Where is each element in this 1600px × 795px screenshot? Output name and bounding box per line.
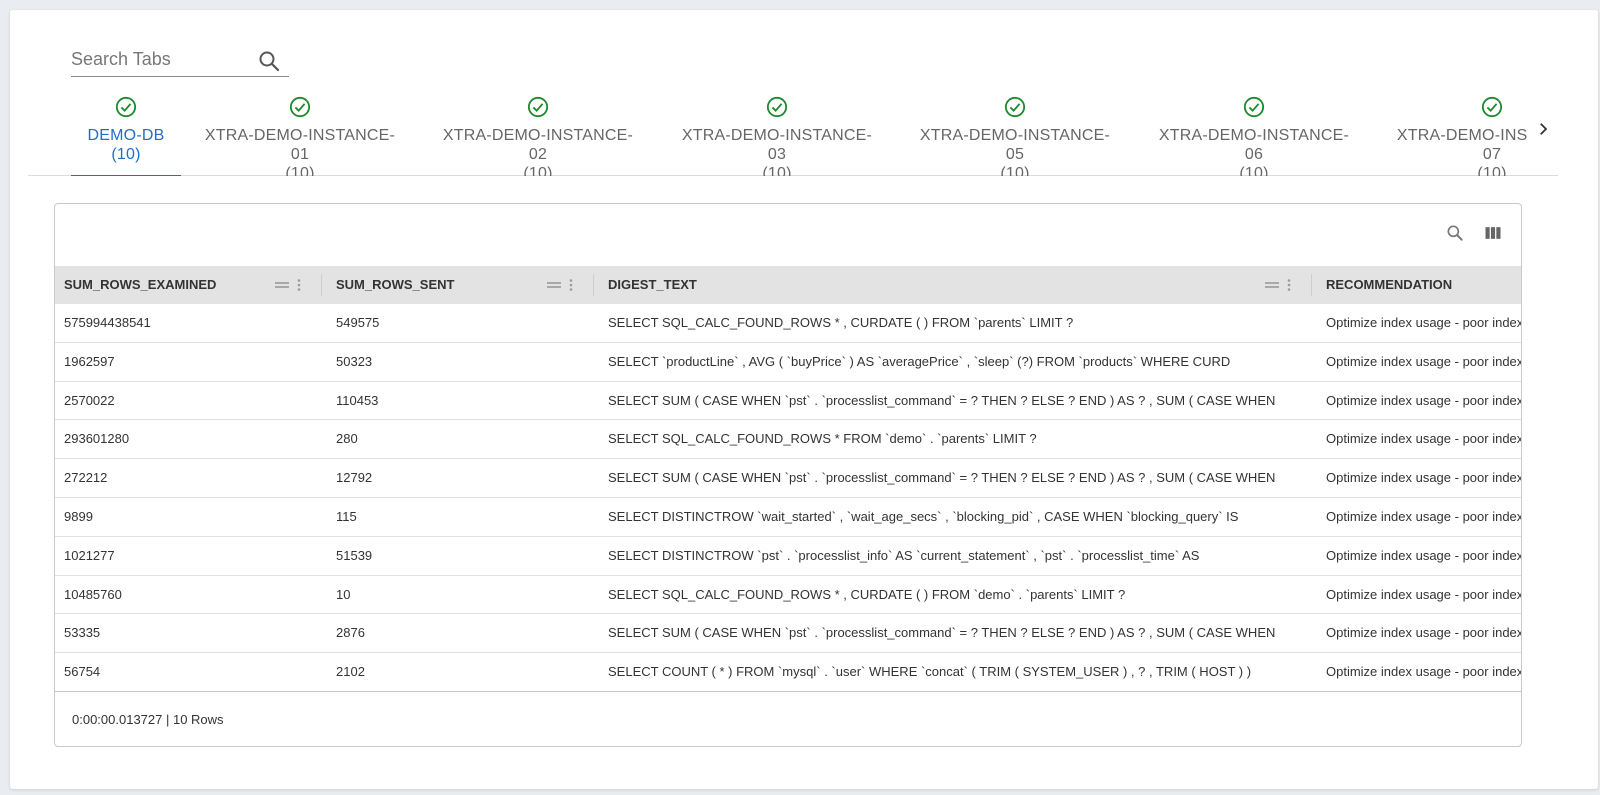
cell-sum-rows-sent: 51539 — [336, 547, 373, 563]
column-resize-handle[interactable] — [321, 274, 322, 296]
cell-digest-text: SELECT SUM ( CASE WHEN `pst` . `processl… — [608, 392, 1276, 408]
cell-recommendation: Optimize index usage - poor index — [1326, 353, 1522, 369]
search-icon[interactable] — [257, 49, 281, 73]
cell-recommendation: Optimize index usage - poor index — [1326, 431, 1522, 447]
table-row[interactable]: 272212 12792 SELECT SUM ( CASE WHEN `pst` … — [55, 459, 1522, 498]
column-menu-icon[interactable] — [1261, 277, 1293, 293]
column-menu-icon[interactable] — [543, 277, 575, 293]
cell-digest-text: SELECT SUM ( CASE WHEN `pst` . `processl… — [608, 470, 1276, 486]
column-header-digest-text[interactable]: DIGEST_TEXT — [599, 266, 1317, 304]
column-resize-handle[interactable] — [593, 274, 594, 296]
column-header-recommendation[interactable]: RECOMMENDATION — [1317, 266, 1521, 304]
table-row[interactable]: 1021277 51539 SELECT DISTINCTROW `pst` . `… — [55, 537, 1522, 576]
tab-xtra-demo-instance-01[interactable]: XTRA-DEMO-INSTANCE-01 (10) — [196, 92, 404, 176]
tab-label: XTRA-DEMO-INSTANCE-01 — [204, 127, 396, 163]
main-card: Search Tabs DEMO-DB (10) XTRA-DEMO-INSTA… — [10, 10, 1598, 789]
cell-digest-text: SELECT SQL_CALC_FOUND_ROWS * , CURDATE (… — [608, 586, 1126, 602]
tab-xtra-demo-instance-03[interactable]: XTRA-DEMO-INSTANCE-03 (10) — [673, 92, 881, 176]
column-menu-icon[interactable] — [271, 277, 303, 293]
cell-sum-rows-sent: 2102 — [336, 664, 365, 680]
cell-sum-rows-sent: 50323 — [336, 353, 373, 369]
cell-sum-rows-examined: 9899 — [64, 508, 93, 524]
tab-count: (10) — [762, 165, 792, 176]
table-footer: 0:00:00.013727 | 10 Rows — [55, 691, 1521, 746]
check-circle-icon — [1481, 96, 1503, 118]
cell-recommendation: Optimize index usage - poor index — [1326, 315, 1522, 330]
cell-sum-rows-examined: 53335 — [64, 625, 101, 641]
cell-sum-rows-examined: 2570022 — [64, 392, 115, 408]
table-row[interactable]: 1962597 50323 SELECT `productLine` , AVG (… — [55, 343, 1522, 382]
cell-sum-rows-sent: 110453 — [336, 392, 379, 408]
cell-digest-text: SELECT SQL_CALC_FOUND_ROWS * FROM `demo`… — [608, 431, 1037, 447]
tab-count: (10) — [523, 165, 553, 176]
cell-sum-rows-sent: 549575 — [336, 315, 380, 330]
results-grid: SUM_ROWS_EXAMINED SUM_ROWS_SENT DIGEST_T… — [54, 203, 1522, 747]
cell-sum-rows-examined: 272212 — [64, 470, 108, 486]
check-circle-icon — [115, 96, 137, 118]
instance-tabs: DEMO-DB (10) XTRA-DEMO-INSTANCE-01 (10) … — [28, 92, 1558, 176]
query-status: 0:00:00.013727 | 10 Rows — [72, 712, 224, 727]
cell-sum-rows-examined: 575994438541 — [64, 315, 151, 330]
tab-xtra-demo-instance-02[interactable]: XTRA-DEMO-INSTANCE-02 (10) — [434, 92, 642, 176]
cell-digest-text: SELECT SUM ( CASE WHEN `pst` . `processl… — [608, 625, 1276, 641]
cell-recommendation: Optimize index usage - poor index — [1326, 664, 1522, 680]
tab-label: XTRA-DEMO-INSTANCE-02 — [442, 127, 634, 163]
tab-count: (10) — [1239, 165, 1269, 176]
cell-recommendation: Optimize index usage - poor index — [1326, 508, 1522, 524]
table-row[interactable]: 575994438541 549575 SELECT SQL_CALC_FOUND_… — [55, 304, 1522, 343]
cell-sum-rows-examined: 10485760 — [64, 586, 122, 602]
table-row[interactable]: 2570022 110453 SELECT SUM ( CASE WHEN `pst… — [55, 382, 1522, 421]
cell-recommendation: Optimize index usage - poor index — [1326, 547, 1522, 563]
tab-label: DEMO-DB — [87, 127, 165, 144]
check-circle-icon — [766, 96, 788, 118]
cell-sum-rows-sent: 10 — [336, 586, 351, 602]
check-circle-icon — [289, 96, 311, 118]
cell-digest-text: SELECT DISTINCTROW `wait_started` , `wai… — [608, 508, 1239, 524]
tab-count: (10) — [1000, 165, 1030, 176]
table-header: SUM_ROWS_EXAMINED SUM_ROWS_SENT DIGEST_T… — [55, 266, 1521, 304]
cell-recommendation: Optimize index usage - poor index — [1326, 625, 1522, 641]
tab-count: (10) — [111, 146, 141, 163]
cell-sum-rows-sent: 115 — [336, 508, 357, 524]
table-row[interactable]: 53335 2876 SELECT SUM ( CASE WHEN `pst` . … — [55, 614, 1522, 654]
search-icon[interactable] — [1445, 223, 1465, 243]
cell-recommendation: Optimize index usage - poor index — [1326, 392, 1522, 408]
chevron-right-icon[interactable] — [1534, 120, 1552, 138]
tab-label: XTRA-DEMO-INSTANCE-05 — [919, 127, 1111, 163]
columns-icon[interactable] — [1483, 223, 1503, 243]
tab-count: (10) — [285, 165, 315, 176]
tab-xtra-demo-instance-05[interactable]: XTRA-DEMO-INSTANCE-05 (10) — [911, 92, 1119, 176]
cell-sum-rows-examined: 1021277 — [64, 547, 115, 563]
tab-label: XTRA-DEMO-INSTANCE-06 — [1158, 127, 1350, 163]
column-resize-handle[interactable] — [1311, 274, 1312, 296]
cell-recommendation: Optimize index usage - poor index — [1326, 470, 1522, 486]
table-row[interactable]: 9899 115 SELECT DISTINCTROW `wait_started`… — [55, 498, 1522, 537]
table-row[interactable]: 56754 2102 SELECT COUNT ( * ) FROM `mysql`… — [55, 653, 1522, 692]
check-circle-icon — [527, 96, 549, 118]
table-body: 575994438541 549575 SELECT SQL_CALC_FOUND_… — [55, 304, 1522, 692]
tab-label: XTRA-DEMO-INSTANCE-07 — [1396, 127, 1528, 163]
cell-sum-rows-sent: 280 — [336, 431, 358, 447]
tab-xtra-demo-instance-06[interactable]: XTRA-DEMO-INSTANCE-06 (10) — [1150, 92, 1358, 176]
cell-sum-rows-examined: 56754 — [64, 664, 101, 680]
cell-digest-text: SELECT DISTINCTROW `pst` . `processlist_… — [608, 547, 1200, 563]
cell-sum-rows-sent: 2876 — [336, 625, 365, 641]
tab-xtra-demo-instance-07[interactable]: XTRA-DEMO-INSTANCE-07 (10) — [1388, 92, 1528, 176]
tab-label: XTRA-DEMO-INSTANCE-03 — [681, 127, 873, 163]
cell-sum-rows-examined: 1962597 — [64, 353, 115, 369]
cell-sum-rows-sent: 12792 — [336, 470, 373, 486]
cell-digest-text: SELECT COUNT ( * ) FROM `mysql` . `user`… — [608, 664, 1252, 680]
tab-search-field[interactable]: Search Tabs — [71, 43, 289, 77]
cell-recommendation: Optimize index usage - poor index — [1326, 586, 1522, 602]
table-row[interactable]: 293601280 280 SELECT SQL_CALC_FOUND_ROWS *… — [55, 420, 1522, 460]
cell-digest-text: SELECT `productLine` , AVG ( `buyPrice` … — [608, 353, 1231, 369]
cell-sum-rows-examined: 293601280 — [64, 431, 130, 447]
check-circle-icon — [1004, 96, 1026, 118]
search-input[interactable]: Search Tabs — [71, 49, 171, 70]
cell-digest-text: SELECT SQL_CALC_FOUND_ROWS * , CURDATE (… — [608, 315, 1074, 330]
tab-count: (10) — [1477, 165, 1507, 176]
tab-demo-db[interactable]: DEMO-DB (10) — [71, 92, 181, 176]
table-row[interactable]: 10485760 10 SELECT SQL_CALC_FOUND_ROWS * ,… — [55, 576, 1522, 615]
check-circle-icon — [1243, 96, 1265, 118]
